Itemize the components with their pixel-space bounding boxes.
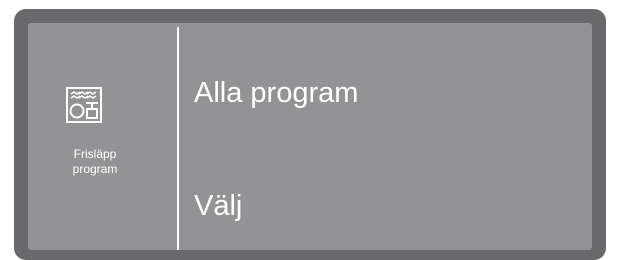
- vertical-divider: [177, 27, 179, 250]
- release-program-icon: [65, 77, 123, 143]
- caption-line-1: Frisläpp: [73, 147, 117, 161]
- display-screen: Frisläpp program Alla program Välj: [28, 23, 592, 250]
- release-program-caption: Frisläpp program: [36, 147, 154, 177]
- caption-line-2: program: [72, 162, 118, 176]
- menu-item-all-programs[interactable]: Alla program: [194, 77, 358, 110]
- menu-context-panel: Frisläpp program: [28, 23, 178, 250]
- menu-item-select[interactable]: Välj: [194, 190, 242, 223]
- display-bezel: Frisläpp program Alla program Välj: [14, 9, 606, 260]
